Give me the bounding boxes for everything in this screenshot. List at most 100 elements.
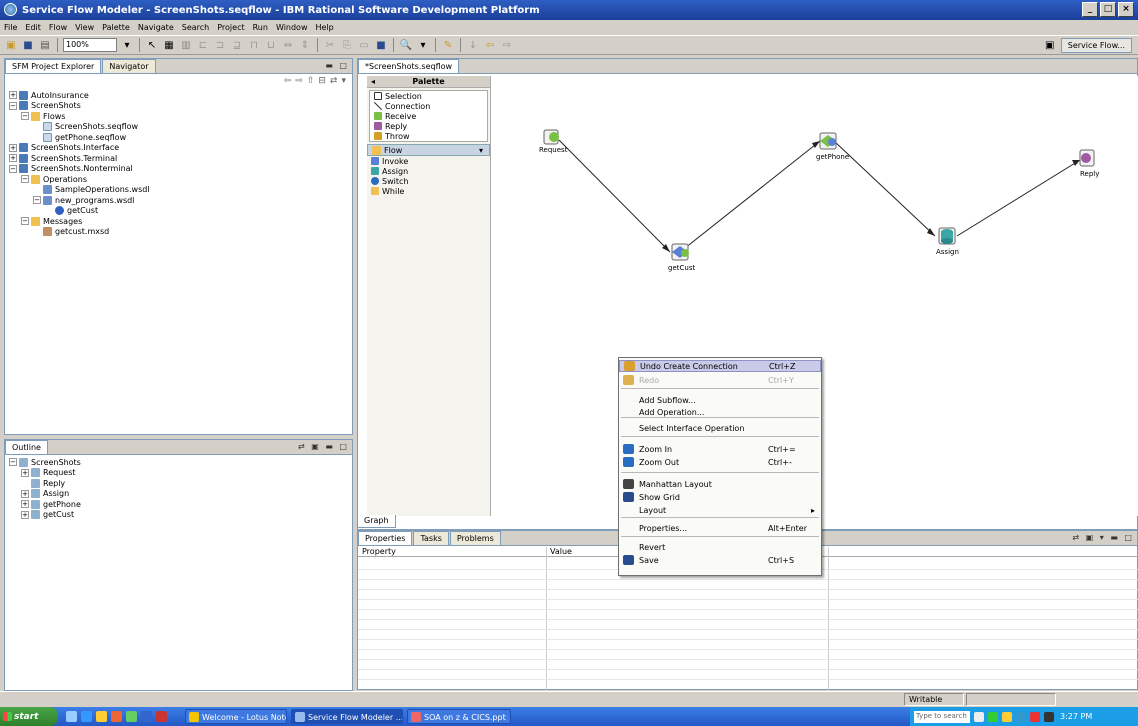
menu-item-properties[interactable]: Properties... Alt+Enter xyxy=(619,522,821,534)
grid-icon[interactable]: ▦ xyxy=(162,38,176,52)
forward-icon[interactable]: ⇨ xyxy=(295,76,303,86)
tab-properties[interactable]: Properties xyxy=(358,531,413,545)
palette-item-while[interactable]: While xyxy=(367,186,490,196)
tree-row[interactable]: + Request xyxy=(9,468,352,479)
zoom-combo[interactable]: 100% xyxy=(63,38,117,52)
expand-toggle-icon[interactable]: − xyxy=(9,101,17,110)
app-icon[interactable] xyxy=(141,711,152,722)
menu-view[interactable]: View xyxy=(75,23,94,32)
layout-icon[interactable]: ▥ xyxy=(179,38,193,52)
app-icon[interactable] xyxy=(156,711,167,722)
search-icon[interactable]: 🔍 xyxy=(399,38,413,52)
tree-row[interactable]: + getCust xyxy=(9,510,352,521)
menu-search[interactable]: Search xyxy=(182,23,209,32)
tab-navigator[interactable]: Navigator xyxy=(102,59,156,73)
taskbar-search-input[interactable]: Type to search xyxy=(914,710,970,723)
tray-icon[interactable] xyxy=(1030,711,1040,722)
menu-item-manhattan-layout[interactable]: Manhattan Layout xyxy=(619,478,821,490)
palette-item-reply[interactable]: Reply xyxy=(370,121,487,131)
menu-item-revert[interactable]: Revert xyxy=(619,541,821,553)
align-center-icon[interactable]: ⊐ xyxy=(213,38,227,52)
align-bottom-icon[interactable]: ⊔ xyxy=(264,38,278,52)
panel-controls[interactable]: ⇄ ▣ ▬ □ xyxy=(298,442,349,451)
tab-sfm-project-explorer[interactable]: SFM Project Explorer xyxy=(5,59,102,73)
menu-help[interactable]: Help xyxy=(316,23,334,32)
palette-item-assign[interactable]: Assign xyxy=(367,166,490,176)
node-request[interactable] xyxy=(543,129,559,145)
tree-row[interactable]: + AutoInsurance xyxy=(9,90,352,101)
back-icon[interactable]: ⇦ xyxy=(483,38,497,52)
palette-item-receive[interactable]: Receive xyxy=(370,111,487,121)
tree-row[interactable]: + ScreenShots.Interface xyxy=(9,143,352,154)
menu-item-select-interface-operation[interactable]: Select Interface Operation xyxy=(619,422,821,434)
task-service-flow-modeler[interactable]: Service Flow Modeler ... xyxy=(291,709,403,724)
paste-icon[interactable]: ▭ xyxy=(357,38,371,52)
align-top-icon[interactable]: ⊓ xyxy=(247,38,261,52)
ie-icon[interactable] xyxy=(81,711,92,722)
link-editor-icon[interactable]: ⇄ xyxy=(330,76,338,86)
menu-window[interactable]: Window xyxy=(276,23,308,32)
expand-toggle-icon[interactable]: + xyxy=(21,468,29,477)
minimize-button[interactable]: _ xyxy=(1082,2,1098,17)
open-perspective-icon[interactable]: ▣ xyxy=(1043,39,1057,53)
expand-toggle-icon[interactable]: + xyxy=(21,500,29,509)
menu-item-show-grid[interactable]: Show Grid xyxy=(619,491,821,503)
tray-icon[interactable] xyxy=(1016,711,1026,722)
tree-row[interactable]: ScreenShots.seqflow xyxy=(9,122,352,133)
menu-flow[interactable]: Flow xyxy=(49,23,67,32)
palette-header[interactable]: ◂ Palette xyxy=(367,76,490,88)
expand-toggle-icon[interactable]: − xyxy=(21,217,29,226)
notes-icon[interactable] xyxy=(96,711,107,722)
tray-icon[interactable] xyxy=(1044,711,1054,722)
palette-item-switch[interactable]: Switch xyxy=(367,176,490,186)
expand-toggle-icon[interactable]: − xyxy=(9,164,17,173)
tree-row[interactable]: getCust xyxy=(9,206,352,217)
expand-toggle-icon[interactable]: + xyxy=(9,91,17,100)
expand-toggle-icon[interactable]: + xyxy=(9,143,17,152)
menu-item-zoom-out[interactable]: Zoom Out Ctrl+- xyxy=(619,456,821,468)
up-icon[interactable]: ⇧ xyxy=(307,76,315,86)
menu-run[interactable]: Run xyxy=(253,23,268,32)
menu-item-save[interactable]: Save Ctrl+S xyxy=(619,554,821,566)
tree-row[interactable]: + ScreenShots.Terminal xyxy=(9,153,352,164)
cut-icon[interactable]: ✂ xyxy=(323,38,337,52)
expand-toggle-icon[interactable]: − xyxy=(21,112,29,121)
chevron-down-icon[interactable]: ▾ xyxy=(416,38,430,52)
expand-toggle-icon[interactable]: − xyxy=(9,458,17,467)
browser-icon[interactable] xyxy=(111,711,122,722)
palette-item-selection[interactable]: Selection xyxy=(370,91,487,101)
expand-toggle-icon[interactable]: + xyxy=(9,154,17,163)
back-icon[interactable]: ⇦ xyxy=(284,76,292,86)
match-height-icon[interactable]: ⇕ xyxy=(298,38,312,52)
tree-row[interactable]: − ScreenShots xyxy=(9,101,352,112)
menu-item-add-subflow[interactable]: Add Subflow... xyxy=(619,394,821,406)
panel-controls[interactable]: ⇄ ▣ ▾ ▬ □ xyxy=(1072,533,1134,542)
wizard-icon[interactable]: ✎ xyxy=(441,38,455,52)
tree-row[interactable]: + Assign xyxy=(9,489,352,500)
palette-item-throw[interactable]: Throw xyxy=(370,131,487,141)
panel-controls[interactable]: ▬ □ xyxy=(325,61,349,70)
tree-row[interactable]: Reply xyxy=(9,478,352,489)
copy-icon[interactable]: ⎘ xyxy=(340,38,354,52)
node-getcust[interactable] xyxy=(671,243,689,261)
select-tool-icon[interactable]: ↖ xyxy=(145,38,159,52)
align-right-icon[interactable]: ⊒ xyxy=(230,38,244,52)
terminal-icon[interactable]: ■ xyxy=(374,38,388,52)
tree-row[interactable]: − new_programs.wsdl xyxy=(9,195,352,206)
tab-graph[interactable]: Graph xyxy=(357,515,396,528)
collapse-all-icon[interactable]: ⊟ xyxy=(318,76,326,86)
menu-item-layout[interactable]: Layout ▸ xyxy=(619,504,821,516)
align-left-icon[interactable]: ⊏ xyxy=(196,38,210,52)
connection-getcust-getphone[interactable] xyxy=(679,140,821,253)
tree-row[interactable]: − ScreenShots.Nonterminal xyxy=(9,164,352,175)
desktop-icon[interactable] xyxy=(66,711,77,722)
tree-row[interactable]: − ScreenShots xyxy=(9,457,352,468)
tree-row[interactable]: − Flows xyxy=(9,111,352,122)
app-icon[interactable] xyxy=(126,711,137,722)
menu-item-redo[interactable]: Redo Ctrl+Y xyxy=(619,374,821,386)
tree-row[interactable]: + getPhone xyxy=(9,499,352,510)
palette-item-connection[interactable]: Connection xyxy=(370,101,487,111)
tree-row[interactable]: − Messages xyxy=(9,216,352,227)
tree-row[interactable]: getPhone.seqflow xyxy=(9,132,352,143)
tree-row[interactable]: getcust.mxsd xyxy=(9,227,352,238)
